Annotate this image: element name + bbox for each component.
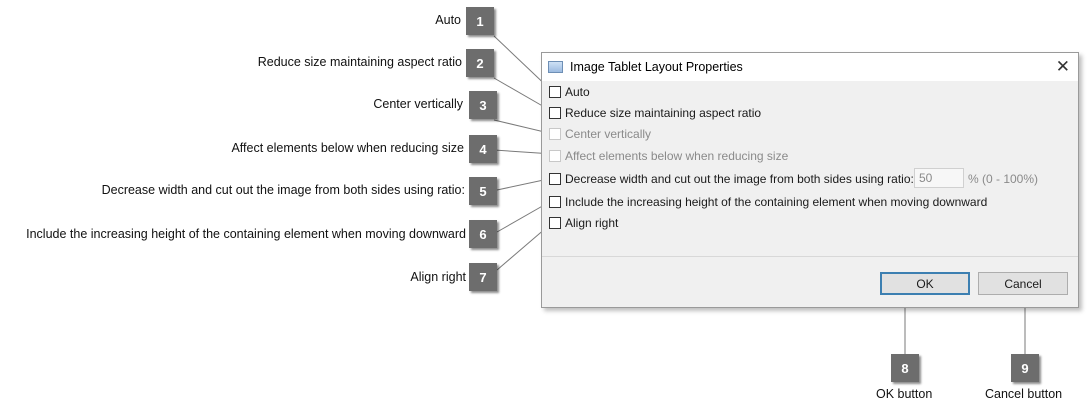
affect-elements-option: Affect elements below when reducing size: [549, 148, 788, 164]
ratio-unit-label: % (0 - 100%): [968, 172, 1039, 186]
callout-badge-6: 6: [469, 220, 497, 248]
cancel-button[interactable]: Cancel: [978, 272, 1068, 295]
center-vertically-checkbox: [549, 128, 561, 140]
affect-elements-checkbox: [549, 150, 561, 162]
layout-properties-dialog: Image Tablet Layout Properties ✕ Auto Re…: [541, 52, 1079, 308]
callout-label-center-vertically: Center vertically: [373, 97, 463, 111]
align-right-label: Align right: [565, 216, 619, 230]
include-height-option[interactable]: Include the increasing height of the con…: [549, 194, 987, 210]
center-vertically-label: Center vertically: [565, 127, 652, 141]
reduce-size-option[interactable]: Reduce size maintaining aspect ratio: [549, 105, 761, 121]
reduce-size-checkbox[interactable]: [549, 107, 561, 119]
dialog-title: Image Tablet Layout Properties: [570, 60, 743, 74]
align-right-checkbox[interactable]: [549, 217, 561, 229]
align-right-option[interactable]: Align right: [549, 215, 618, 231]
decrease-width-label: Decrease width and cut out the image fro…: [565, 172, 914, 186]
callout-badge-3: 3: [469, 91, 497, 119]
callout-label-align-right: Align right: [410, 270, 466, 284]
include-height-label: Include the increasing height of the con…: [565, 195, 988, 209]
callout-badge-4: 4: [469, 135, 497, 163]
ok-button[interactable]: OK: [880, 272, 970, 295]
decrease-width-checkbox[interactable]: [549, 173, 561, 185]
callout-label-include-height: Include the increasing height of the con…: [26, 227, 466, 241]
callout-badge-2: 2: [466, 49, 494, 77]
auto-checkbox[interactable]: [549, 86, 561, 98]
callout-badge-7: 7: [469, 263, 497, 291]
ratio-input[interactable]: [914, 168, 964, 188]
callout-label-auto: Auto: [435, 13, 461, 27]
callout-label-affect-elements: Affect elements below when reducing size: [231, 141, 464, 155]
dialog-title-bar: Image Tablet Layout Properties ✕: [542, 53, 1078, 81]
callout-label-decrease-width: Decrease width and cut out the image fro…: [101, 183, 465, 197]
callout-label-reduce-size: Reduce size maintaining aspect ratio: [257, 55, 462, 69]
auto-option[interactable]: Auto: [549, 84, 590, 100]
button-area-divider: [542, 256, 1078, 257]
affect-elements-label: Affect elements below when reducing size: [565, 149, 789, 163]
center-vertically-option: Center vertically: [549, 126, 651, 142]
app-window-icon: [548, 61, 563, 73]
callout-label-cancel-button: Cancel button: [985, 387, 1063, 401]
reduce-size-label: Reduce size maintaining aspect ratio: [565, 106, 762, 120]
auto-label: Auto: [565, 85, 590, 99]
callout-badge-1: 1: [466, 7, 494, 35]
decrease-width-option[interactable]: Decrease width and cut out the image fro…: [549, 171, 914, 187]
callout-badge-5: 5: [469, 177, 497, 205]
callout-badge-9: 9: [1011, 354, 1039, 382]
include-height-checkbox[interactable]: [549, 196, 561, 208]
callout-badge-8: 8: [891, 354, 919, 382]
callout-label-ok-button: OK button: [876, 387, 933, 401]
close-icon[interactable]: ✕: [1056, 57, 1070, 77]
